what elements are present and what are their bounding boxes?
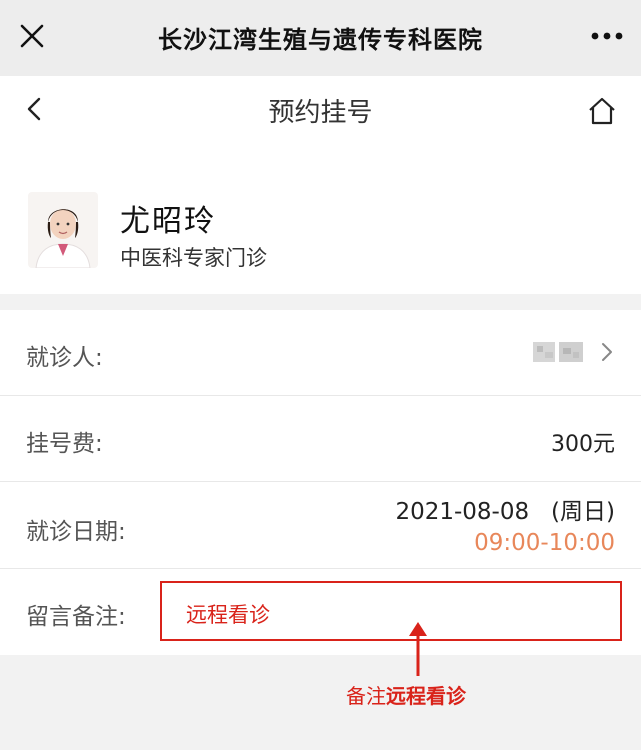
annotation-text: 备注远程看诊 <box>346 680 466 709</box>
fee-value: 300元 <box>551 432 615 457</box>
remark-value: 远程看诊 <box>186 603 270 627</box>
annotation-prefix: 备注 <box>346 684 386 708</box>
date-label: 就诊日期: <box>26 519 126 545</box>
more-icon[interactable] <box>589 28 625 44</box>
date-row: 就诊日期: 2021-08-08 (周日) 09:00-10:00 <box>0 482 641 569</box>
remark-input[interactable]: 远程看诊 <box>160 581 622 641</box>
fee-label: 挂号费: <box>26 431 103 457</box>
page-title: 预约挂号 <box>268 98 373 128</box>
top-bar: 长沙江湾生殖与遗传专科医院 <box>0 0 641 76</box>
doctor-avatar <box>28 192 98 268</box>
doctor-card: 尤昭玲 中医科专家门诊 <box>0 144 641 294</box>
app-title: 长沙江湾生殖与遗传专科医院 <box>158 26 483 54</box>
doctor-name: 尤昭玲 <box>120 204 216 239</box>
nav-bar: 预约挂号 <box>0 76 641 144</box>
date-value: 2021-08-08 (周日) <box>395 499 615 525</box>
remark-label: 留言备注: <box>26 604 126 630</box>
annotation-arrow-icon <box>409 622 427 676</box>
chevron-right-icon <box>602 343 612 361</box>
annotation-emphasis: 远程看诊 <box>386 684 466 708</box>
patient-row[interactable]: 就诊人: <box>0 310 641 396</box>
fee-row: 挂号费: 300元 <box>0 396 641 482</box>
time-value: 09:00-10:00 <box>474 530 615 556</box>
doctor-department: 中医科专家门诊 <box>120 246 267 270</box>
appointment-form: 就诊人: 挂号费: 300元 就诊日期: 2021-08-08 (周日) 09:… <box>0 310 641 655</box>
home-icon[interactable] <box>587 96 617 126</box>
patient-label: 就诊人: <box>26 345 103 371</box>
remark-row: 留言备注: 远程看诊 <box>0 569 641 655</box>
patient-name-blurred <box>533 342 583 362</box>
